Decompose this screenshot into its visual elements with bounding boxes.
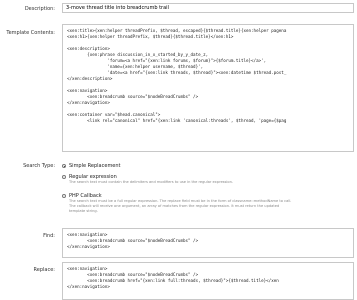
radio-button[interactable] bbox=[62, 164, 66, 168]
search-type-label: Search Type: bbox=[23, 163, 55, 169]
code-line: </xen:navigation> bbox=[67, 244, 110, 249]
replace-label: Replace: bbox=[33, 267, 55, 273]
radio-hint: template string. bbox=[69, 209, 98, 213]
code-line: </xen:navigation> bbox=[67, 284, 110, 289]
find-label: Find: bbox=[43, 233, 55, 239]
radio-label: Simple Replacement bbox=[69, 163, 121, 169]
radio-button[interactable] bbox=[62, 175, 66, 179]
description-input[interactable] bbox=[62, 3, 354, 13]
description-label: Description: bbox=[24, 6, 55, 12]
template-contents-label: Template Contents: bbox=[6, 30, 55, 36]
find-textarea[interactable]: <xen:navigation> <xen:breadcrumb source=… bbox=[62, 228, 354, 258]
radio-button[interactable] bbox=[62, 194, 66, 198]
template-contents-textarea[interactable]: <xen:title>{xen:helper threadPrefix, $th… bbox=[62, 24, 354, 152]
replace-textarea[interactable]: <xen:navigation> <xen:breadcrumb source=… bbox=[62, 262, 354, 300]
radio-hint: The search text must contain the delimit… bbox=[69, 180, 234, 184]
code-line: <link rel="canonical" href="{xen:link 'c… bbox=[67, 118, 287, 123]
